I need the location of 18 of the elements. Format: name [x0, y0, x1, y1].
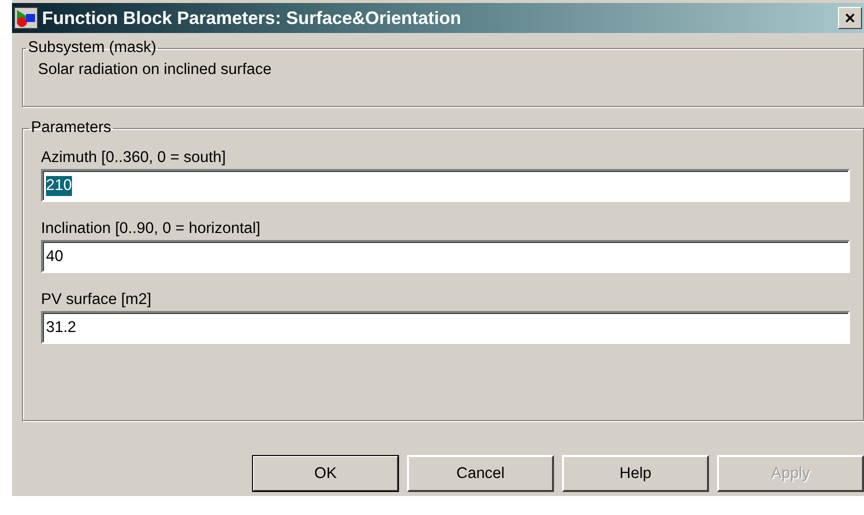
window-title: Function Block Parameters: Surface&Orientation: [42, 8, 462, 28]
input-field[interactable]: 31.2: [41, 311, 850, 344]
field-value: 210: [46, 176, 72, 196]
field-label: Azimuth [0..360, 0 = south]: [41, 149, 226, 167]
field-label: Inclination [0..90, 0 = horizontal]: [41, 220, 260, 238]
dialog-button[interactable]: OK: [252, 455, 399, 492]
description-text: Solar radiation on inclined surface: [38, 61, 272, 79]
block-diagram-icon: [14, 7, 38, 29]
field-label: PV surface [m2]: [41, 291, 152, 309]
input-field[interactable]: 40: [41, 240, 850, 273]
dialog-button[interactable]: Cancel: [407, 455, 554, 492]
input-field[interactable]: 210: [41, 169, 850, 202]
close-button[interactable]: ×: [838, 7, 862, 29]
dialog-button[interactable]: Help: [562, 455, 709, 492]
group-title: Subsystem (mask): [27, 39, 158, 57]
group-title: Parameters: [30, 119, 112, 137]
field-value: 40: [46, 246, 64, 266]
field-value: 31.2: [46, 318, 76, 338]
